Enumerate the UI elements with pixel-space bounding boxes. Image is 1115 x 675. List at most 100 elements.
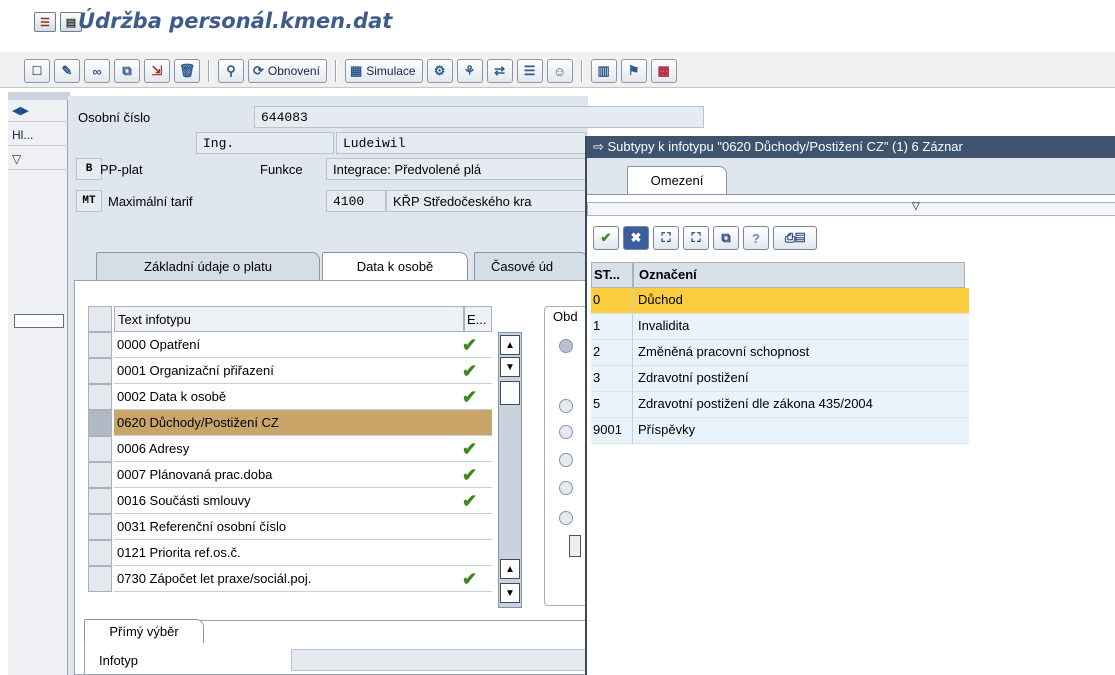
cancel-icon[interactable]: ✖ (623, 226, 649, 250)
scroll-down-bottom-icon[interactable]: ▼ (500, 583, 520, 603)
infotype-text[interactable]: 0006 Adresy (114, 436, 492, 462)
col-header-oznaceni[interactable]: Označení (633, 262, 965, 288)
list-item[interactable]: 2 Změněná pracovní schopnost (591, 340, 969, 366)
infotype-text[interactable]: 0031 Referenční osobní číslo (114, 514, 492, 540)
table-row[interactable]: 0620 Důchody/Postižení CZ (88, 410, 528, 436)
radio-4[interactable] (559, 453, 573, 467)
simulation-button[interactable]: ▦ Simulace (344, 59, 423, 83)
org-icon[interactable]: ⚑ (620, 59, 647, 83)
row-selector[interactable] (88, 540, 112, 566)
filter-icon[interactable]: ▽ (912, 201, 920, 212)
subtype-code[interactable]: 0 (591, 288, 633, 314)
row-selector[interactable] (88, 436, 112, 462)
change-icon[interactable]: ✎ (54, 59, 80, 83)
people-icon[interactable]: ☺ (546, 59, 573, 83)
col-header-text[interactable]: Text infotypu (114, 306, 464, 332)
row-selector[interactable] (88, 488, 112, 514)
subtype-text[interactable]: Zdravotní postižení (633, 366, 969, 392)
table-scrollbar[interactable]: ▲ ▼ ▲ ▼ (498, 332, 522, 608)
subtype-code[interactable]: 2 (591, 340, 633, 366)
find-next-icon[interactable]: ⛶ (683, 226, 709, 250)
scroll-up-bottom-icon[interactable]: ▲ (500, 559, 520, 579)
subtype-text[interactable]: Příspěvky (633, 418, 969, 444)
tab-primy-vyber[interactable]: Přímý výběr (84, 619, 204, 643)
row-selector[interactable] (88, 410, 112, 436)
table-row[interactable]: 0000 Opatření ✔ (88, 332, 528, 358)
select-all-cell[interactable] (88, 306, 112, 332)
create-icon[interactable]: ☐ (24, 59, 50, 83)
subtype-code[interactable]: 5 (591, 392, 633, 418)
nav-item-hl[interactable]: Hl... (8, 124, 68, 146)
col-header-st[interactable]: ST... (591, 262, 633, 288)
row-selector[interactable] (88, 358, 112, 384)
filter-bar[interactable]: ▽ (587, 201, 1115, 216)
subtype-code[interactable]: 1 (591, 314, 633, 340)
print-icon[interactable]: ⎙▤ (773, 226, 817, 250)
infotype-text[interactable]: 0000 Opatření (114, 332, 492, 358)
radio-2[interactable] (559, 399, 573, 413)
radio-5[interactable] (559, 481, 573, 495)
table-row[interactable]: 0730 Zápočet let praxe/sociál.poj. ✔ (88, 566, 528, 592)
scroll-up-icon[interactable]: ▲ (500, 335, 520, 355)
tab-omezeni[interactable]: Omezení (627, 166, 727, 194)
radio-6[interactable] (559, 511, 573, 525)
radio-3[interactable] (559, 425, 573, 439)
sort-icon[interactable]: ⧉ (713, 226, 739, 250)
osobni-cislo-field[interactable]: 644083 (254, 106, 704, 128)
infotype-text[interactable]: 0121 Priorita ref.os.č. (114, 540, 492, 566)
expand-icon[interactable]: ▽ (12, 152, 21, 166)
nav-scroll-box[interactable] (14, 314, 64, 328)
copy-icon[interactable]: ⧉ (114, 59, 140, 83)
infotype-text[interactable]: 0016 Součásti smlouvy (114, 488, 492, 514)
overview-icon[interactable]: ⚲ (218, 59, 244, 83)
infotype-text[interactable]: 0007 Plánovaná prac.doba (114, 462, 492, 488)
subtype-text[interactable]: Invalidita (633, 314, 969, 340)
find-icon[interactable]: ⛶ (653, 226, 679, 250)
table-row[interactable]: 0007 Plánovaná prac.doba ✔ (88, 462, 528, 488)
confirm-icon[interactable]: ✔ (593, 226, 619, 250)
list-item[interactable]: 3 Zdravotní postižení (591, 366, 969, 392)
book-icon[interactable]: ▥ (590, 59, 617, 83)
scroll-thumb[interactable] (500, 381, 520, 405)
subtype-text[interactable]: Důchod (633, 288, 969, 314)
row-selector[interactable] (88, 384, 112, 410)
grid-icon[interactable]: ▩ (650, 59, 677, 83)
list-item[interactable]: 5 Zdravotní postižení dle zákona 435/2004 (591, 392, 969, 418)
delimit-icon[interactable]: ⇲ (144, 59, 170, 83)
infotype-text[interactable]: 0620 Důchody/Postižení CZ (114, 410, 492, 436)
table-row[interactable]: 0001 Organizační přiřazení ✔ (88, 358, 528, 384)
infotype-text[interactable]: 0730 Zápočet let praxe/sociál.poj. (114, 566, 492, 592)
table-row[interactable]: 0006 Adresy ✔ (88, 436, 528, 462)
scroll-down-icon[interactable]: ▼ (500, 357, 520, 377)
refresh-button[interactable]: ⟳ Obnovení (248, 59, 327, 83)
tab-casove-udaje[interactable]: Časové úd (474, 252, 588, 280)
list-icon[interactable]: ☰ (516, 59, 543, 83)
infotype-text[interactable]: 0002 Data k osobě (114, 384, 492, 410)
menu-icon[interactable]: ☰ (34, 12, 56, 32)
row-selector[interactable] (88, 462, 112, 488)
tab-zakladni-udaje[interactable]: Základní údaje o platu (96, 252, 320, 280)
tool-icon-1[interactable]: ⚙ (426, 59, 453, 83)
tool-icon-3[interactable]: ⇄ (486, 59, 513, 83)
tab-data-k-osobe[interactable]: Data k osobě (322, 252, 468, 280)
infotyp-field[interactable] (291, 649, 587, 671)
row-selector[interactable] (88, 566, 112, 592)
tool-icon-2[interactable]: ⚘ (456, 59, 483, 83)
table-row[interactable]: 0031 Referenční osobní číslo (88, 514, 528, 540)
calendar-icon[interactable] (569, 535, 581, 557)
table-row[interactable]: 0016 Součásti smlouvy ✔ (88, 488, 528, 514)
delete-icon[interactable]: 🗑 (174, 59, 200, 83)
subtype-code[interactable]: 9001 (591, 418, 633, 444)
subtype-text[interactable]: Změněná pracovní schopnost (633, 340, 969, 366)
display-icon[interactable]: ∞ (84, 59, 110, 83)
table-row[interactable]: 0002 Data k osobě ✔ (88, 384, 528, 410)
help-icon[interactable]: ? (743, 226, 769, 250)
list-item[interactable]: 1 Invalidita (591, 314, 969, 340)
row-selector[interactable] (88, 332, 112, 358)
radio-1[interactable] (559, 339, 573, 353)
nav-left-right-icon[interactable]: ◀▶ (12, 104, 29, 117)
infotype-text[interactable]: 0001 Organizační přiřazení (114, 358, 492, 384)
subtype-text[interactable]: Zdravotní postižení dle zákona 435/2004 (633, 392, 969, 418)
subtype-code[interactable]: 3 (591, 366, 633, 392)
list-item[interactable]: 0 Důchod (591, 288, 969, 314)
